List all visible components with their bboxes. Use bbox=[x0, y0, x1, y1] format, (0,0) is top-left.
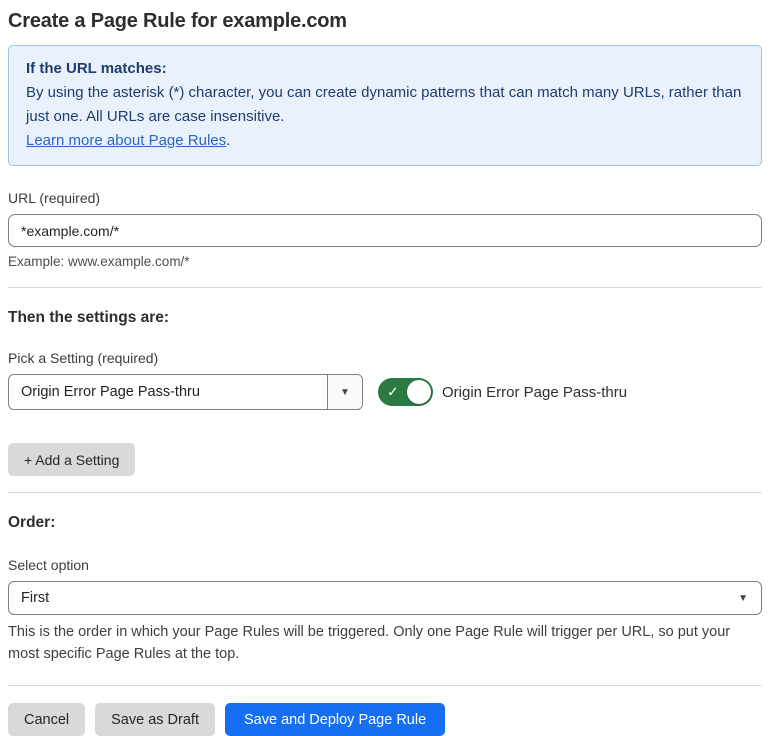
dropdown-arrow-icon: ▼ bbox=[340, 386, 350, 398]
info-box-link-line: Learn more about Page Rules. bbox=[26, 129, 744, 153]
setting-row: Origin Error Page Pass-thru ▼ ✓ Origin E… bbox=[8, 374, 762, 410]
page-title: Create a Page Rule for example.com bbox=[8, 10, 347, 32]
toggle-knob bbox=[407, 380, 431, 404]
link-suffix: . bbox=[226, 132, 231, 149]
order-select-label: Select option bbox=[8, 557, 89, 573]
url-input[interactable] bbox=[8, 214, 762, 247]
learn-more-link[interactable]: Learn more about Page Rules bbox=[26, 132, 226, 149]
setting-select-value: Origin Error Page Pass-thru bbox=[21, 384, 200, 400]
divider bbox=[8, 685, 762, 686]
setting-select-arrow-button[interactable]: ▼ bbox=[327, 375, 362, 409]
setting-toggle-label: Origin Error Page Pass-thru bbox=[442, 383, 628, 401]
add-setting-button[interactable]: + Add a Setting bbox=[8, 443, 136, 476]
setting-select[interactable]: Origin Error Page Pass-thru ▼ bbox=[8, 374, 363, 410]
dropdown-arrow-icon: ▼ bbox=[738, 592, 748, 604]
order-description: This is the order in which your Page Rul… bbox=[8, 624, 731, 662]
pick-setting-label: Pick a Setting (required) bbox=[8, 350, 159, 366]
url-match-info-box: If the URL matches: By using the asteris… bbox=[8, 45, 762, 166]
footer-actions: Cancel Save as Draft Save and Deploy Pag… bbox=[8, 703, 762, 736]
order-select-value: First bbox=[21, 590, 50, 606]
url-example-text: Example: www.example.com/* bbox=[8, 254, 190, 269]
info-box-body: By using the asterisk (*) character, you… bbox=[26, 84, 742, 125]
page-rule-form: Create a Page Rule for example.com If th… bbox=[0, 0, 770, 736]
toggle-check-icon: ✓ bbox=[387, 383, 399, 400]
info-box-heading: If the URL matches: bbox=[26, 60, 167, 77]
settings-section-heading: Then the settings are: bbox=[8, 309, 170, 326]
save-as-draft-button[interactable]: Save as Draft bbox=[95, 703, 215, 736]
divider bbox=[8, 287, 762, 288]
save-and-deploy-button[interactable]: Save and Deploy Page Rule bbox=[224, 703, 446, 736]
order-section-heading: Order: bbox=[8, 514, 56, 531]
setting-toggle[interactable]: ✓ bbox=[378, 378, 433, 406]
divider bbox=[8, 492, 762, 493]
cancel-button[interactable]: Cancel bbox=[8, 703, 86, 736]
order-select[interactable]: First ▼ bbox=[8, 581, 762, 615]
url-field-label: URL (required) bbox=[8, 190, 101, 206]
